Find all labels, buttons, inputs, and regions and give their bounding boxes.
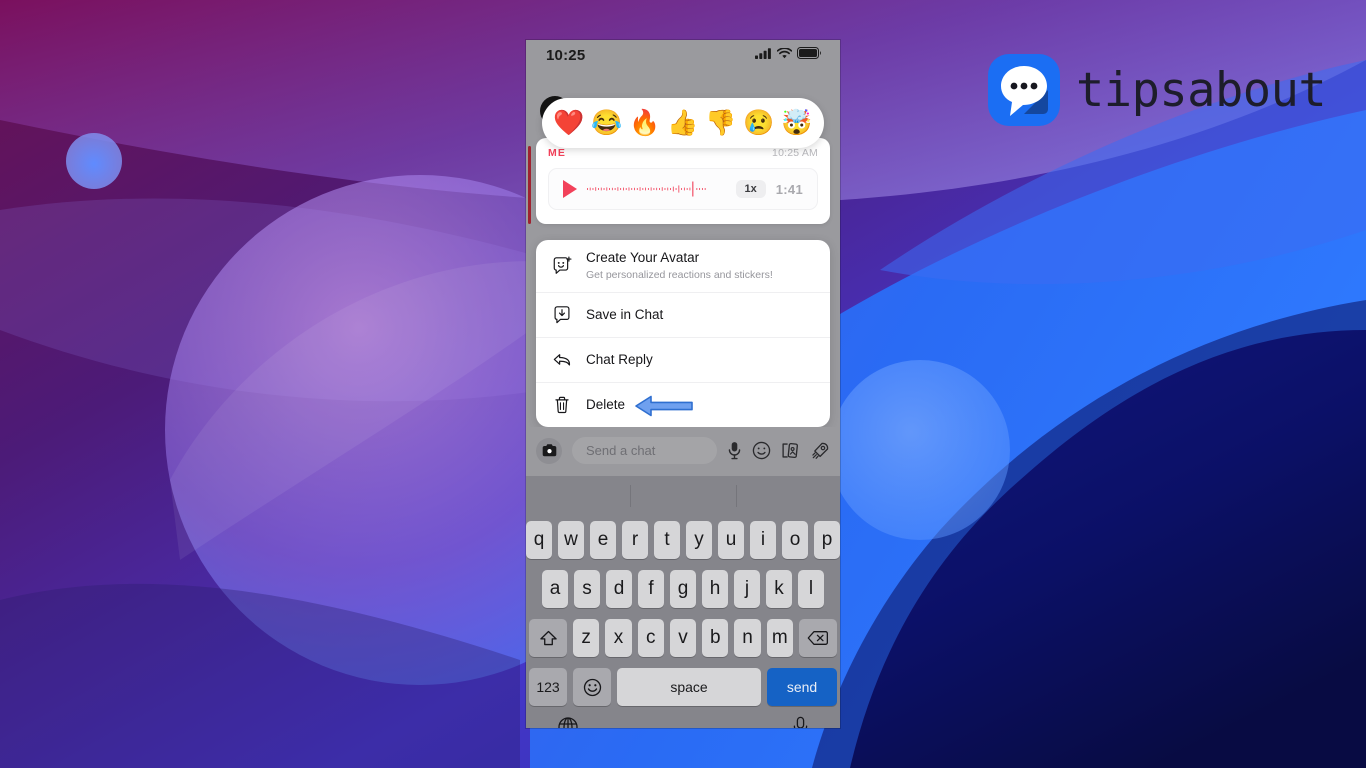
- keyboard-row-1: q w e r t y u i o p: [526, 521, 840, 559]
- menu-item-title: Create Your Avatar: [586, 249, 700, 265]
- context-menu: Create Your Avatar Get personalized reac…: [536, 240, 830, 427]
- reaction-bar-zone: ❤️ 😂 🔥 👍 👎 😢 🤯: [526, 70, 840, 148]
- brand-logo: tipsabout: [988, 54, 1327, 126]
- key-t[interactable]: t: [654, 521, 680, 559]
- chat-input-placeholder: Send a chat: [586, 443, 656, 458]
- dictation-microphone-icon[interactable]: [792, 716, 809, 728]
- key-b[interactable]: b: [702, 619, 729, 657]
- rocket-icon[interactable]: [811, 441, 830, 460]
- joy-emoji[interactable]: 😂: [591, 110, 622, 136]
- camera-icon[interactable]: [536, 437, 562, 464]
- send-key[interactable]: send: [767, 668, 837, 706]
- key-e[interactable]: e: [590, 521, 616, 559]
- key-h[interactable]: h: [702, 570, 728, 608]
- context-menu-zone: Create Your Avatar Get personalized reac…: [526, 234, 840, 427]
- key-i[interactable]: i: [750, 521, 776, 559]
- menu-item-create-your-avatar[interactable]: Create Your Avatar Get personalized reac…: [536, 240, 830, 292]
- wifi-icon: [776, 46, 793, 64]
- status-bar: 10:25: [526, 40, 840, 70]
- save-bubble-icon: [552, 305, 572, 325]
- key-c[interactable]: c: [637, 619, 664, 657]
- key-l[interactable]: l: [798, 570, 824, 608]
- space-key[interactable]: space: [617, 668, 761, 706]
- key-u[interactable]: u: [718, 521, 744, 559]
- key-n[interactable]: n: [734, 619, 761, 657]
- key-f[interactable]: f: [638, 570, 664, 608]
- key-k[interactable]: k: [766, 570, 792, 608]
- crying-emoji[interactable]: 😢: [743, 110, 774, 136]
- smiley-sticker-icon[interactable]: [752, 441, 771, 460]
- key-m[interactable]: m: [766, 619, 793, 657]
- key-v[interactable]: v: [669, 619, 697, 657]
- thumbs-down-emoji[interactable]: 👎: [705, 110, 736, 136]
- voice-duration: 1:41: [775, 181, 803, 197]
- menu-item-title: Delete: [586, 396, 626, 412]
- numeric-key[interactable]: 123: [529, 668, 567, 706]
- menu-item-title: Save in Chat: [586, 306, 664, 322]
- chat-status-bar: [528, 146, 531, 224]
- cards-icon[interactable]: [781, 441, 801, 460]
- keyboard-row-4: 123 space send: [529, 668, 837, 706]
- key-a[interactable]: a: [542, 570, 568, 608]
- avatar-plus-icon: [552, 256, 572, 276]
- status-bar-clock: 10:25: [546, 46, 586, 64]
- emoji-keyboard-icon[interactable]: [573, 668, 611, 706]
- key-s[interactable]: s: [574, 570, 600, 608]
- chat-input-bar: Send a chat: [526, 427, 840, 476]
- voice-note-player[interactable]: 1x 1:41: [548, 168, 818, 210]
- phone-screenshot: 10:25 ❤️ 😂 🔥 👍 👎 😢 🤯 ME 10:25 AM 1x 1:41…: [526, 40, 840, 728]
- reply-arrow-icon: [552, 350, 572, 370]
- trash-icon: [552, 395, 572, 415]
- predictive-divider: [630, 485, 631, 507]
- menu-item-save-in-chat[interactable]: Save in Chat: [536, 292, 830, 337]
- fire-emoji[interactable]: 🔥: [629, 110, 660, 136]
- emoji-reaction-bar[interactable]: ❤️ 😂 🔥 👍 👎 😢 🤯: [542, 98, 824, 148]
- audio-waveform[interactable]: [587, 179, 726, 199]
- key-j[interactable]: j: [734, 570, 760, 608]
- key-p[interactable]: p: [814, 521, 840, 559]
- voice-message-zone: ME 10:25 AM 1x 1:41: [526, 138, 840, 234]
- menu-item-title: Chat Reply: [586, 351, 653, 367]
- chat-input-field[interactable]: Send a chat: [572, 437, 717, 464]
- predictive-divider: [736, 485, 737, 507]
- blue-left-arrow-annotation: [634, 393, 694, 424]
- brand-wordmark: tipsabout: [1076, 62, 1327, 118]
- backspace-icon[interactable]: [798, 619, 837, 657]
- message-timestamp: 10:25 AM: [772, 147, 818, 159]
- menu-item-chat-reply[interactable]: Chat Reply: [536, 337, 830, 382]
- globe-icon[interactable]: [557, 716, 579, 728]
- key-w[interactable]: w: [558, 521, 584, 559]
- key-y[interactable]: y: [686, 521, 712, 559]
- keyboard-row-3: z x c v b n m: [529, 619, 837, 657]
- message-sender: ME: [548, 147, 566, 159]
- menu-item-delete[interactable]: Delete: [536, 382, 830, 427]
- shift-icon[interactable]: [529, 619, 568, 657]
- key-o[interactable]: o: [782, 521, 808, 559]
- voice-message-card[interactable]: ME 10:25 AM 1x 1:41: [536, 138, 830, 224]
- message-header: ME 10:25 AM: [548, 147, 818, 159]
- playback-speed-chip[interactable]: 1x: [735, 180, 766, 198]
- keyboard-bottom-row: [529, 710, 837, 728]
- virtual-keyboard: q w e r t y u i o p a s d f g h j k l z …: [526, 516, 840, 728]
- menu-item-subtitle: Get personalized reactions and stickers!: [586, 268, 773, 281]
- key-x[interactable]: x: [605, 619, 632, 657]
- mind-blown-emoji[interactable]: 🤯: [781, 110, 812, 136]
- key-z[interactable]: z: [573, 619, 600, 657]
- signal-bars-icon: [755, 46, 772, 64]
- speech-bubble-dots-icon: [988, 54, 1060, 126]
- predictive-text-bar: [526, 476, 840, 516]
- microphone-icon[interactable]: [727, 441, 742, 460]
- battery-full-icon: [797, 46, 822, 64]
- key-q[interactable]: q: [526, 521, 552, 559]
- key-g[interactable]: g: [670, 570, 696, 608]
- thumbs-up-emoji[interactable]: 👍: [667, 110, 698, 136]
- keyboard-row-2: a s d f g h j k l: [529, 570, 837, 608]
- heart-emoji[interactable]: ❤️: [553, 110, 584, 136]
- play-icon[interactable]: [563, 180, 577, 198]
- key-d[interactable]: d: [606, 570, 632, 608]
- key-r[interactable]: r: [622, 521, 648, 559]
